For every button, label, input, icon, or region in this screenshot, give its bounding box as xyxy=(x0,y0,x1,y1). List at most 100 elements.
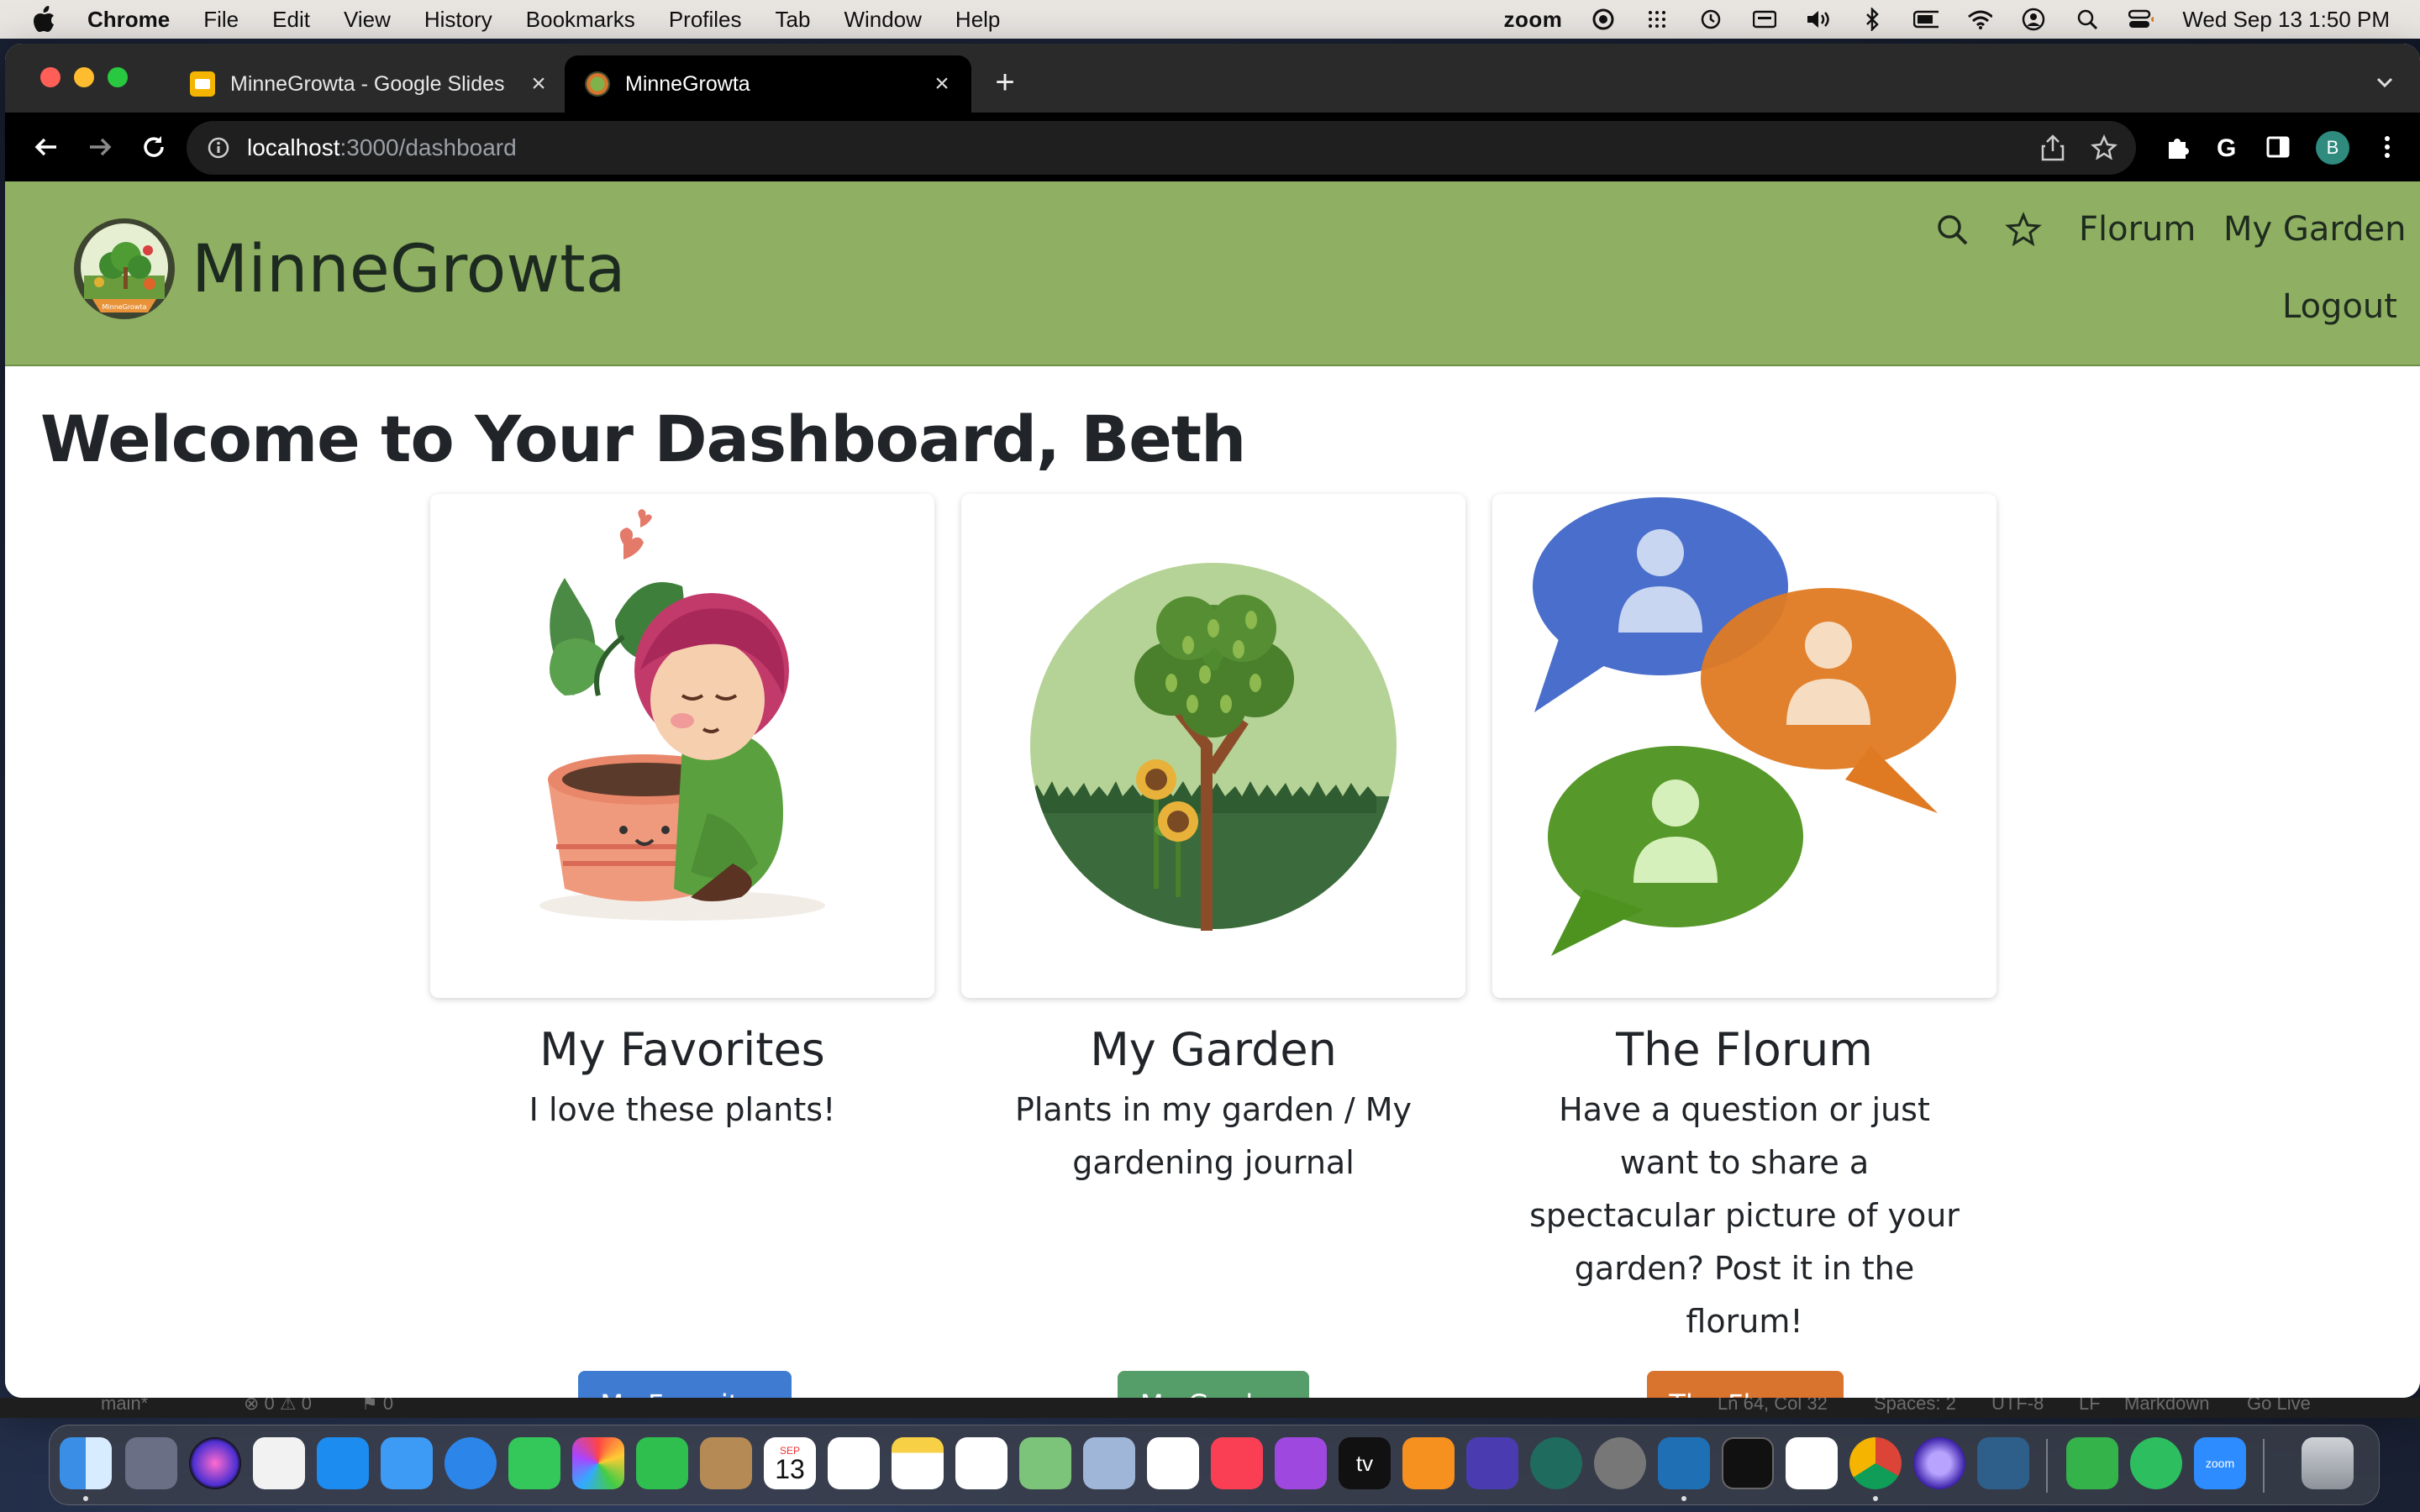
window-close-button[interactable] xyxy=(40,67,60,87)
chrome-menu-kebab-icon[interactable] xyxy=(2370,129,2405,165)
time-machine-icon[interactable] xyxy=(1698,7,1723,32)
notes-icon[interactable] xyxy=(892,1437,944,1489)
terminal-icon[interactable] xyxy=(1722,1437,1774,1489)
podcasts-icon[interactable] xyxy=(1275,1437,1327,1489)
numbers-icon[interactable] xyxy=(2066,1437,2118,1489)
music-icon[interactable] xyxy=(1211,1437,1263,1489)
focus-icon[interactable] xyxy=(1591,7,1616,32)
florum-card-image[interactable] xyxy=(1492,494,1996,998)
tor-browser-icon[interactable] xyxy=(1913,1437,1965,1489)
status-cursor-position[interactable]: Ln 64, Col 32 xyxy=(1718,1398,1828,1415)
freeform-icon[interactable] xyxy=(955,1437,1007,1489)
spotlight-search-icon[interactable] xyxy=(2075,7,2100,32)
bookmark-star-icon[interactable] xyxy=(2091,134,2118,161)
bluetooth-icon[interactable] xyxy=(1860,7,1885,32)
app-store-icon[interactable] xyxy=(317,1437,369,1489)
battery-icon[interactable] xyxy=(1913,7,1939,32)
search-icon[interactable] xyxy=(1934,212,1971,249)
favorites-star-icon[interactable] xyxy=(2005,212,2042,249)
calendar-icon[interactable]: SEP 13 xyxy=(764,1437,816,1489)
the-florum-button[interactable]: The Florum xyxy=(1647,1371,1844,1398)
tab-google-slides[interactable]: MinneGrowta - Google Slides × xyxy=(170,55,568,113)
trash-icon[interactable] xyxy=(2302,1437,2354,1489)
status-indentation[interactable]: Spaces: 2 xyxy=(1874,1398,1956,1415)
grid-dots-icon[interactable] xyxy=(1644,7,1670,32)
site-info-icon[interactable] xyxy=(207,136,230,160)
status-language[interactable]: Markdown xyxy=(2124,1398,2209,1415)
profile-avatar[interactable]: B xyxy=(2316,131,2349,165)
time-machine-app-icon[interactable] xyxy=(1530,1437,1582,1489)
back-arrow-icon[interactable] xyxy=(29,129,64,165)
side-panel-icon[interactable] xyxy=(2260,129,2296,165)
finder-icon[interactable] xyxy=(60,1437,112,1489)
menu-app-name[interactable]: Chrome xyxy=(87,7,170,33)
share-icon[interactable] xyxy=(2040,134,2067,161)
apple-tv-icon[interactable]: tv xyxy=(1339,1437,1391,1489)
reload-icon[interactable] xyxy=(136,129,171,165)
launchpad-icon[interactable] xyxy=(125,1437,177,1489)
mail-icon[interactable] xyxy=(381,1437,433,1489)
messages-icon[interactable] xyxy=(508,1437,560,1489)
mysql-workbench-icon[interactable] xyxy=(1977,1437,2029,1489)
status-encoding[interactable]: UTF-8 xyxy=(1991,1398,2044,1415)
menu-file[interactable]: File xyxy=(203,7,239,33)
menu-tab[interactable]: Tab xyxy=(776,7,811,33)
control-center-icon[interactable] xyxy=(2128,7,2154,32)
address-bar[interactable]: localhost:3000/dashboard xyxy=(187,121,2136,175)
siri-icon[interactable] xyxy=(189,1437,241,1489)
books-icon[interactable] xyxy=(1402,1437,1455,1489)
window-fullscreen-button[interactable] xyxy=(108,67,128,87)
favorites-card-image[interactable] xyxy=(430,494,934,998)
maps-icon[interactable] xyxy=(1019,1437,1071,1489)
menu-window[interactable]: Window xyxy=(844,7,921,33)
menu-history[interactable]: History xyxy=(424,7,492,33)
status-problems[interactable]: ⊗ 0 ⚠ 0 xyxy=(244,1398,312,1415)
status-ports[interactable]: ⚑ 0 xyxy=(361,1398,393,1415)
photos-icon[interactable] xyxy=(572,1437,624,1489)
nav-logout-link[interactable]: Logout xyxy=(2282,287,2397,326)
chrome-icon[interactable] xyxy=(1849,1437,1902,1489)
status-branch[interactable]: main* xyxy=(101,1398,148,1415)
my-favorites-button[interactable]: My Favorites xyxy=(578,1371,792,1398)
site-brand-name[interactable]: MinneGrowta xyxy=(192,232,626,307)
preview-icon[interactable] xyxy=(1083,1437,1135,1489)
tab-minnegrowta[interactable]: MinneGrowta × xyxy=(565,55,971,113)
menu-help[interactable]: Help xyxy=(955,7,1000,33)
evernote-icon[interactable] xyxy=(2130,1437,2182,1489)
extensions-puzzle-icon[interactable] xyxy=(2160,129,2195,165)
forward-arrow-icon[interactable] xyxy=(82,129,118,165)
wifi-icon[interactable] xyxy=(1967,7,1993,32)
imovie-icon[interactable] xyxy=(1466,1437,1518,1489)
contacts-icon[interactable] xyxy=(700,1437,752,1489)
user-account-icon[interactable] xyxy=(2021,7,2046,32)
tab-close-icon[interactable]: × xyxy=(526,70,551,97)
menu-profiles[interactable]: Profiles xyxy=(669,7,742,33)
news-icon[interactable] xyxy=(1147,1437,1199,1489)
status-go-live[interactable]: Go Live xyxy=(2247,1398,2311,1415)
facetime-icon[interactable] xyxy=(636,1437,688,1489)
safari-icon[interactable] xyxy=(445,1437,497,1489)
zoom-status-label[interactable]: zoom xyxy=(1503,7,1562,33)
status-eol[interactable]: LF xyxy=(2079,1398,2101,1415)
apple-icon[interactable] xyxy=(30,5,59,34)
volume-icon[interactable] xyxy=(1806,7,1831,32)
my-garden-button[interactable]: My Garden xyxy=(1118,1371,1309,1398)
nav-my-garden-link[interactable]: My Garden xyxy=(2223,210,2407,249)
zoom-app-icon[interactable]: zoom xyxy=(2194,1437,2246,1489)
nav-florum-link[interactable]: Florum xyxy=(2079,210,2196,249)
menu-bookmarks[interactable]: Bookmarks xyxy=(526,7,635,33)
reminders-icon[interactable] xyxy=(828,1437,880,1489)
menu-edit[interactable]: Edit xyxy=(272,7,310,33)
tab-close-icon[interactable]: × xyxy=(929,70,955,97)
menu-view[interactable]: View xyxy=(344,7,391,33)
tab-search-chevron-icon[interactable] xyxy=(2373,71,2396,94)
display-app-icon[interactable] xyxy=(253,1437,305,1489)
menubar-datetime[interactable]: Wed Sep 13 1:50 PM xyxy=(2182,7,2390,33)
garden-card-image[interactable] xyxy=(961,494,1465,998)
minnegrowta-logo[interactable]: MinneGrowta xyxy=(72,217,176,321)
keyboard-icon[interactable] xyxy=(1752,7,1777,32)
vscode-icon[interactable] xyxy=(1658,1437,1710,1489)
new-tab-button[interactable]: + xyxy=(990,66,1020,99)
slack-icon[interactable] xyxy=(1786,1437,1838,1489)
system-settings-icon[interactable] xyxy=(1594,1437,1646,1489)
